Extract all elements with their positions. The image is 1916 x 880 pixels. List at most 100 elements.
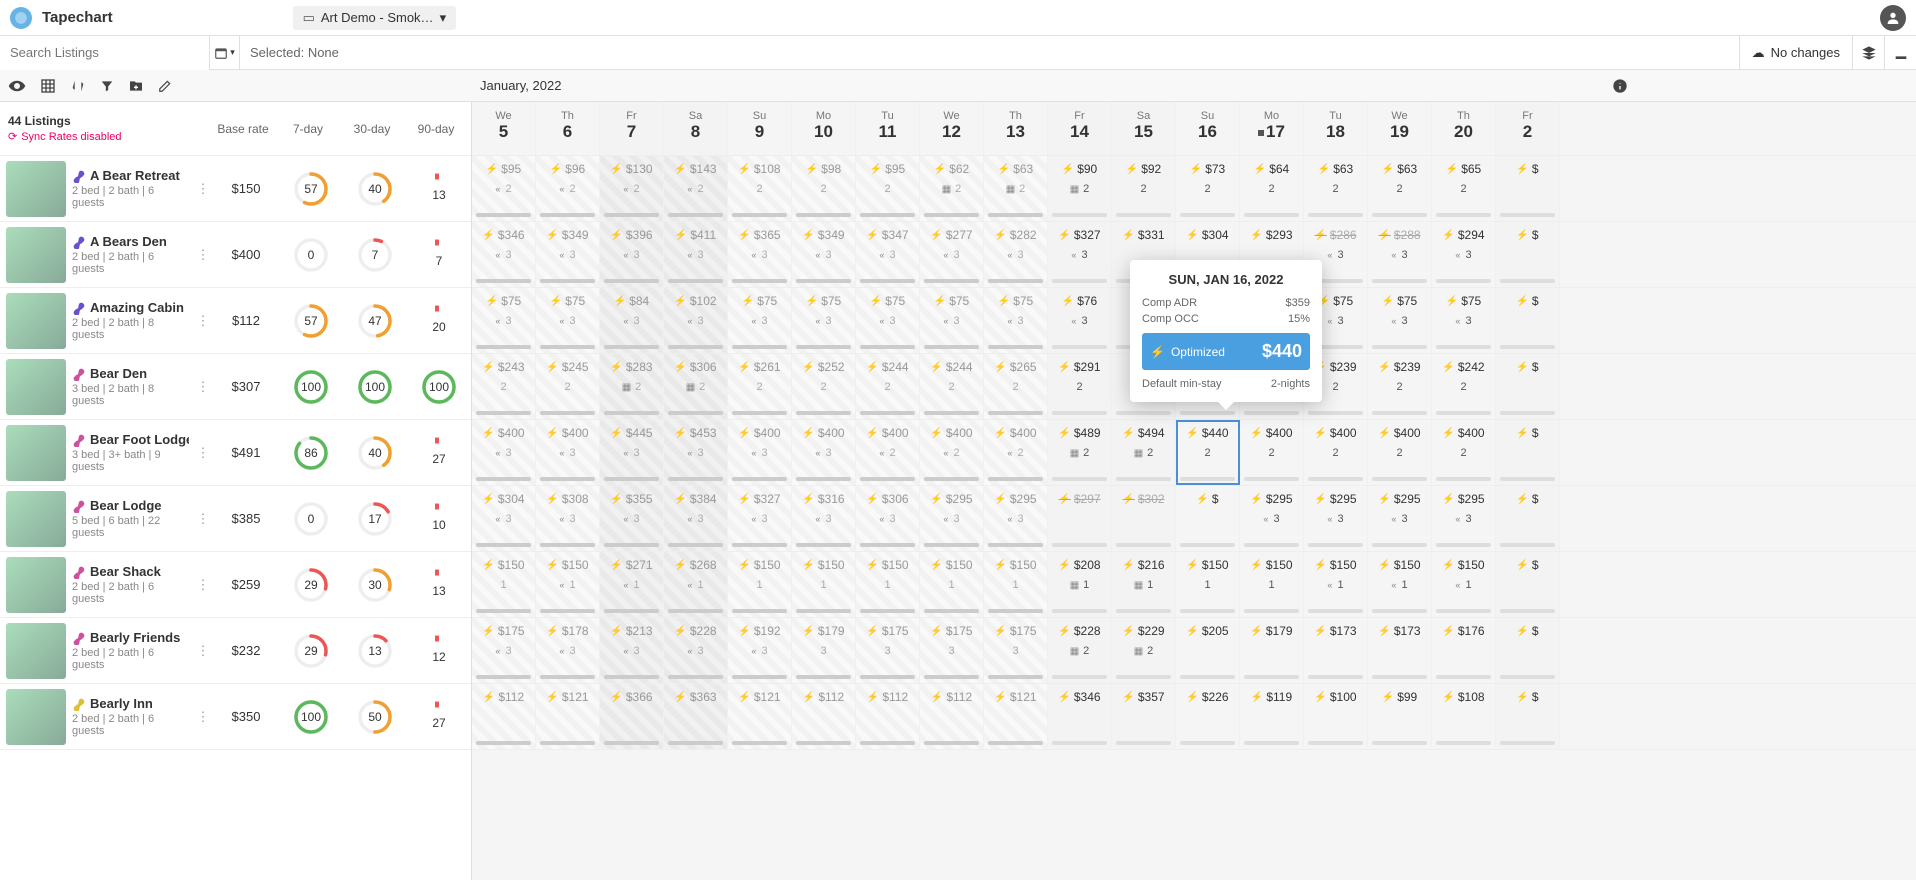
- rate-cell[interactable]: ⚡$75 «3: [728, 288, 792, 353]
- rate-cell[interactable]: ⚡$252 2: [792, 354, 856, 419]
- rate-cell[interactable]: ⚡$73 2: [1176, 156, 1240, 221]
- table-button[interactable]: [40, 78, 56, 94]
- rate-cell[interactable]: ⚡$175 3: [984, 618, 1048, 683]
- rate-cell[interactable]: ⚡$400 «3: [792, 420, 856, 485]
- listing-row[interactable]: Bear Shack 2 bed | 2 bath | 6 guests ⋮ $…: [0, 552, 471, 618]
- rate-cell[interactable]: ⚡$282 «3: [984, 222, 1048, 287]
- day-header[interactable]: We 19: [1368, 102, 1432, 155]
- rate-cell[interactable]: ⚡$150 1: [920, 552, 984, 617]
- day-header[interactable]: Th 13: [984, 102, 1048, 155]
- rate-cell[interactable]: ⚡$400 2: [1240, 420, 1304, 485]
- rate-cell[interactable]: ⚡$175 «3: [472, 618, 536, 683]
- rate-cell[interactable]: ⚡$130 «2: [600, 156, 664, 221]
- rate-cell[interactable]: ⚡$346: [1048, 684, 1112, 749]
- rate-cell[interactable]: ⚡$291 2: [1048, 354, 1112, 419]
- rate-cell[interactable]: ⚡$121: [984, 684, 1048, 749]
- rate-cell[interactable]: ⚡$100: [1304, 684, 1368, 749]
- rate-cell[interactable]: ⚡$150 «1: [1368, 552, 1432, 617]
- 7day-header[interactable]: 7-day: [276, 122, 340, 136]
- more-button[interactable]: ⋮: [193, 313, 213, 329]
- rate-cell[interactable]: ⚡$384 «3: [664, 486, 728, 551]
- listing-row[interactable]: Amazing Cabin 2 bed | 2 bath | 8 guests …: [0, 288, 471, 354]
- listing-row[interactable]: Bear Den 3 bed | 2 bath | 8 guests ⋮ $30…: [0, 354, 471, 420]
- rate-cell[interactable]: ⚡$494 2: [1112, 420, 1176, 485]
- day-header[interactable]: Fr 14: [1048, 102, 1112, 155]
- day-header[interactable]: Th 6: [536, 102, 600, 155]
- rate-cell[interactable]: ⚡$64 2: [1240, 156, 1304, 221]
- rate-cell[interactable]: ⚡$295 «3: [920, 486, 984, 551]
- listing-row[interactable]: A Bear Retreat 2 bed | 2 bath | 6 guests…: [0, 156, 471, 222]
- rate-cell[interactable]: ⚡$175 3: [856, 618, 920, 683]
- rate-cell[interactable]: ⚡$150 1: [472, 552, 536, 617]
- rate-cell[interactable]: ⚡$228 2: [1048, 618, 1112, 683]
- edit-button[interactable]: [158, 79, 172, 93]
- rate-cell[interactable]: ⚡$: [1496, 618, 1560, 683]
- rate-cell[interactable]: ⚡$228 «3: [664, 618, 728, 683]
- rate-cell[interactable]: ⚡$244 2: [856, 354, 920, 419]
- rate-cell[interactable]: ⚡$75 «3: [984, 288, 1048, 353]
- rate-cell[interactable]: ⚡$95 «2: [472, 156, 536, 221]
- rate-cell[interactable]: ⚡$150 1: [1240, 552, 1304, 617]
- rate-cell[interactable]: ⚡$400 «2: [984, 420, 1048, 485]
- rate-cell[interactable]: ⚡$295 «3: [1304, 486, 1368, 551]
- rate-cell[interactable]: ⚡$175 3: [920, 618, 984, 683]
- visibility-button[interactable]: [8, 77, 26, 95]
- rate-cell[interactable]: ⚡$411 «3: [664, 222, 728, 287]
- rate-cell[interactable]: ⚡$: [1496, 354, 1560, 419]
- day-header[interactable]: Tu 18: [1304, 102, 1368, 155]
- rate-cell[interactable]: ⚡$75 «3: [856, 288, 920, 353]
- info-button[interactable]: [1612, 78, 1628, 94]
- rate-cell[interactable]: ⚡$308 «3: [536, 486, 600, 551]
- rate-cell[interactable]: ⚡$268 «1: [664, 552, 728, 617]
- rate-cell[interactable]: ⚡$112: [920, 684, 984, 749]
- day-header[interactable]: Mo 10: [792, 102, 856, 155]
- folder-add-button[interactable]: [128, 78, 144, 94]
- rate-cell[interactable]: ⚡$294 «3: [1432, 222, 1496, 287]
- rate-cell[interactable]: ⚡$306 2: [664, 354, 728, 419]
- rate-cell[interactable]: ⚡$400 2: [1304, 420, 1368, 485]
- more-button[interactable]: ⋮: [193, 247, 213, 263]
- rate-cell[interactable]: ⚡$349 «3: [792, 222, 856, 287]
- rate-cell[interactable]: ⚡$453 «3: [664, 420, 728, 485]
- rate-cell[interactable]: ⚡$283 2: [600, 354, 664, 419]
- rate-cell[interactable]: ⚡$355 «3: [600, 486, 664, 551]
- day-header[interactable]: Sa 15: [1112, 102, 1176, 155]
- rate-cell[interactable]: ⚡$75 «3: [920, 288, 984, 353]
- day-header[interactable]: Mo 17: [1240, 102, 1304, 155]
- org-selector[interactable]: ▭ Art Demo - Smok… ▾: [293, 6, 457, 30]
- rate-cell[interactable]: ⚡$302: [1112, 486, 1176, 551]
- rate-cell[interactable]: ⚡$75 «3: [792, 288, 856, 353]
- rate-cell[interactable]: ⚡$265 2: [984, 354, 1048, 419]
- 90day-header[interactable]: 90-day: [404, 122, 468, 136]
- rate-cell[interactable]: ⚡$75 «3: [1432, 288, 1496, 353]
- rate-cell[interactable]: ⚡$: [1496, 486, 1560, 551]
- rate-cell[interactable]: ⚡$363: [664, 684, 728, 749]
- rate-cell[interactable]: ⚡$92 2: [1112, 156, 1176, 221]
- listing-row[interactable]: Bearly Inn 2 bed | 2 bath | 6 guests ⋮ $…: [0, 684, 471, 750]
- more-button[interactable]: ⋮: [193, 445, 213, 461]
- rate-cell[interactable]: ⚡$304 «3: [472, 486, 536, 551]
- rate-cell[interactable]: ⚡$: [1496, 222, 1560, 287]
- rate-cell[interactable]: ⚡$63 2: [984, 156, 1048, 221]
- rate-cell[interactable]: ⚡$: [1496, 288, 1560, 353]
- rate-cell[interactable]: ⚡$192 «3: [728, 618, 792, 683]
- rate-cell[interactable]: ⚡$245 2: [536, 354, 600, 419]
- rate-cell[interactable]: ⚡$84 «3: [600, 288, 664, 353]
- rate-cell[interactable]: ⚡$400 2: [1368, 420, 1432, 485]
- listing-row[interactable]: Bearly Friends 2 bed | 2 bath | 6 guests…: [0, 618, 471, 684]
- date-picker-button[interactable]: ▾: [210, 36, 240, 69]
- rate-cell[interactable]: ⚡$306 «3: [856, 486, 920, 551]
- listing-row[interactable]: Bear Lodge 5 bed | 6 bath | 22 guests ⋮ …: [0, 486, 471, 552]
- more-button[interactable]: ⋮: [193, 181, 213, 197]
- rate-cell[interactable]: ⚡$150 «1: [1432, 552, 1496, 617]
- rate-cell[interactable]: ⚡$150 1: [728, 552, 792, 617]
- rate-cell[interactable]: ⚡$365 «3: [728, 222, 792, 287]
- rate-cell[interactable]: ⚡$75 «3: [472, 288, 536, 353]
- rate-cell[interactable]: ⚡$400 «3: [536, 420, 600, 485]
- rate-cell[interactable]: ⚡$75 «3: [1368, 288, 1432, 353]
- rate-cell[interactable]: ⚡$295 «3: [984, 486, 1048, 551]
- rate-cell[interactable]: ⚡$108 2: [728, 156, 792, 221]
- rate-cell[interactable]: ⚡$244 2: [920, 354, 984, 419]
- rate-cell[interactable]: ⚡$261 2: [728, 354, 792, 419]
- 30day-header[interactable]: 30-day: [340, 122, 404, 136]
